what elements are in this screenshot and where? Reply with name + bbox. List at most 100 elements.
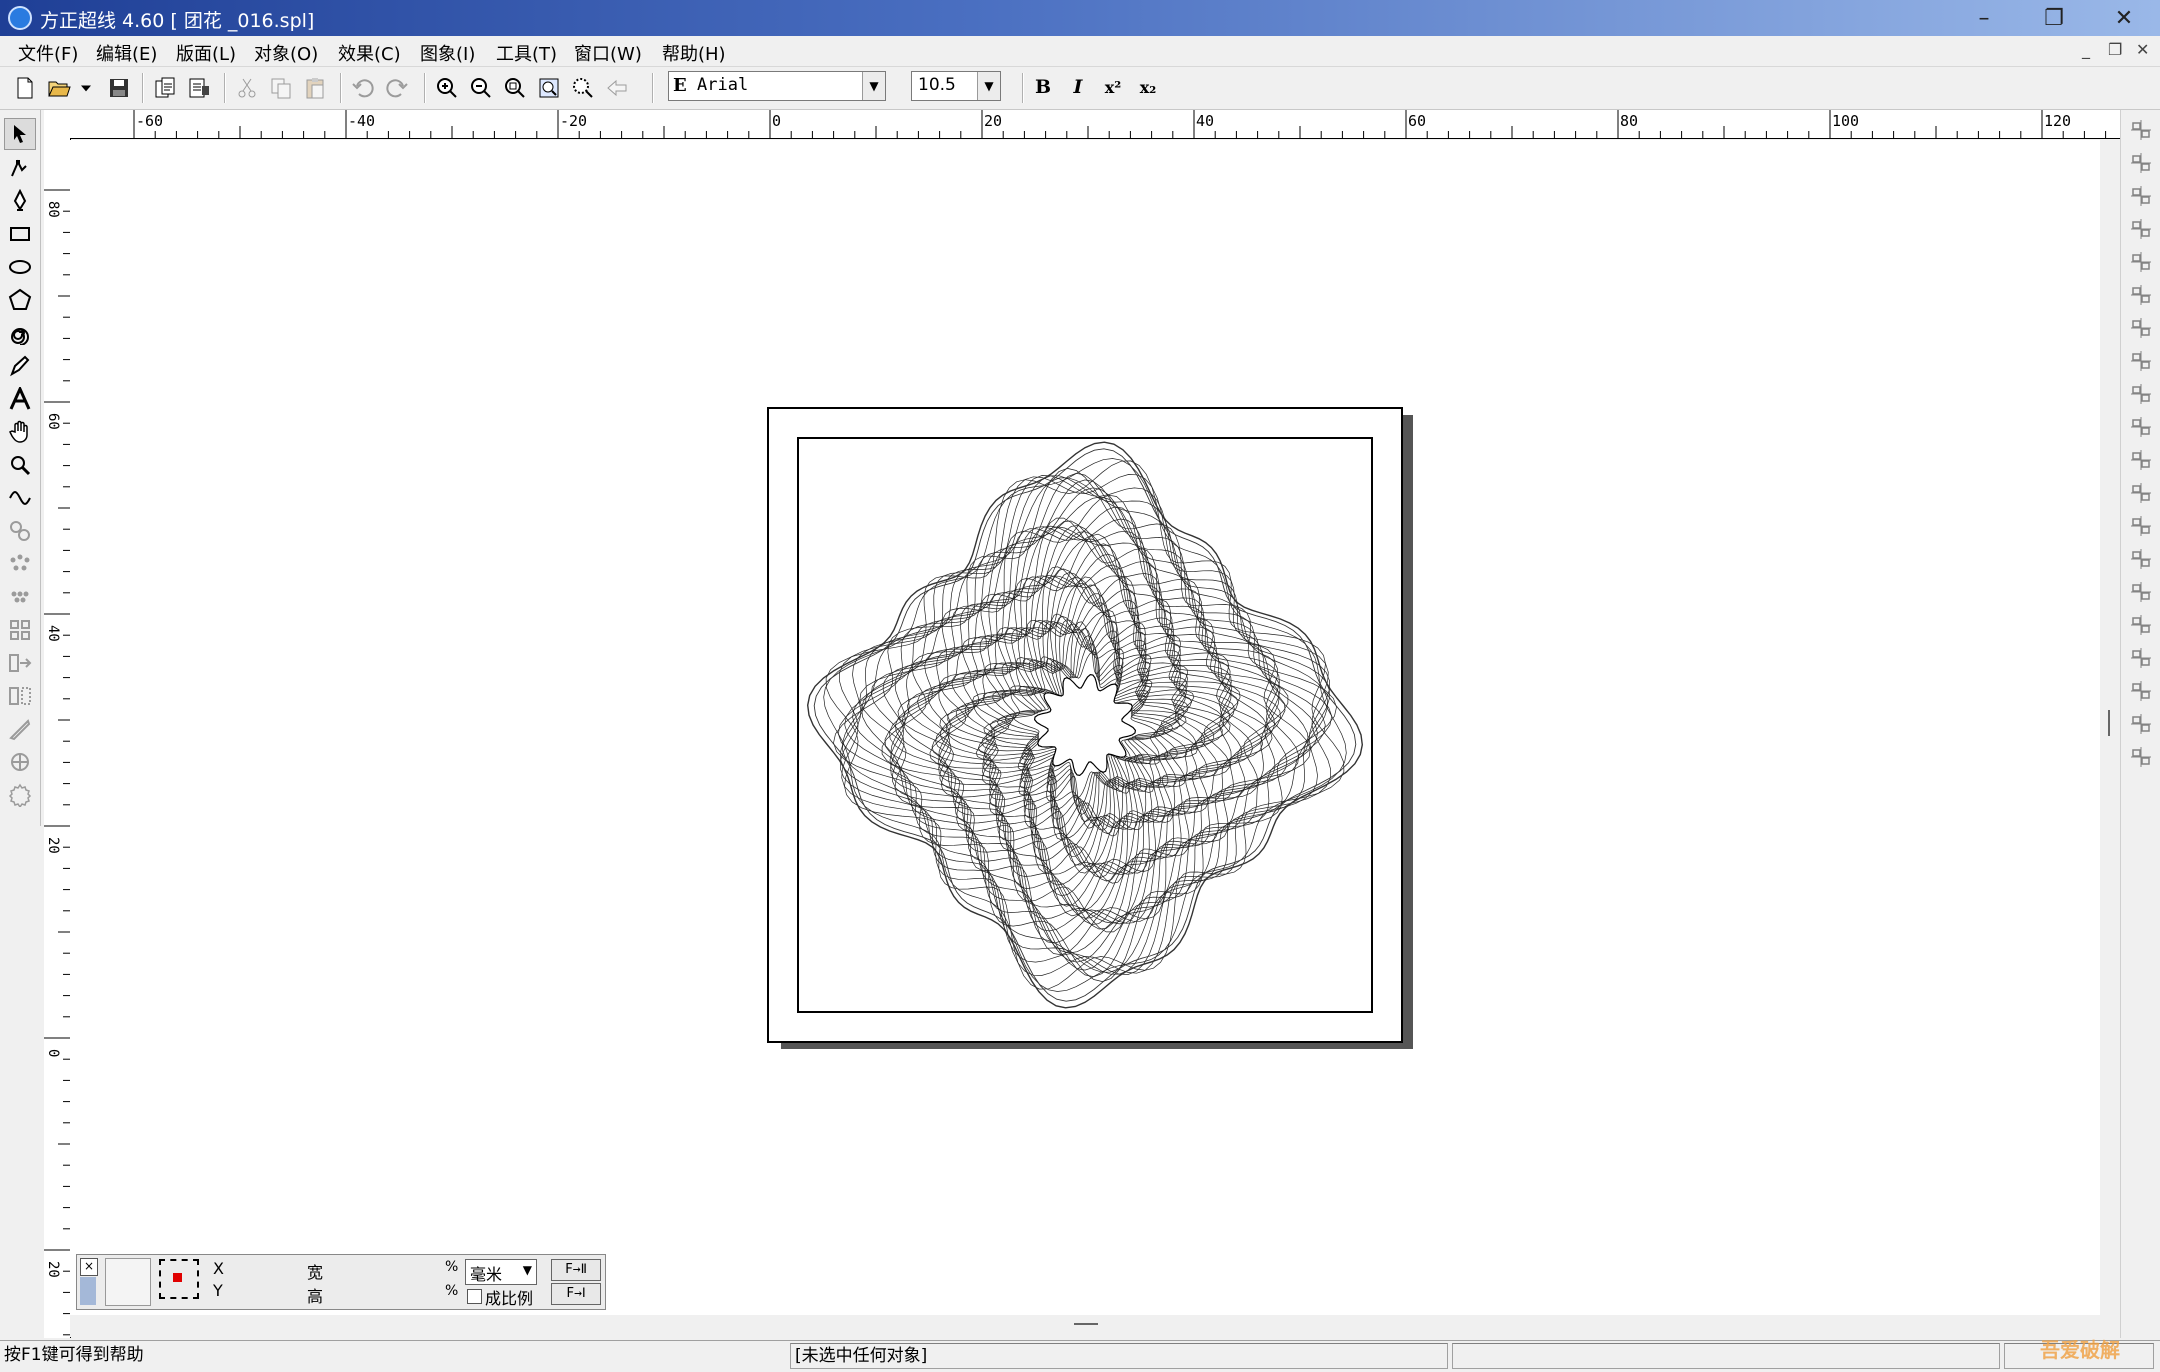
doc-minimize-button[interactable]: _ <box>2082 40 2090 59</box>
blend-tool[interactable] <box>4 515 36 547</box>
rectangle-tool[interactable] <box>4 218 36 250</box>
bold-button[interactable]: B <box>1029 73 1057 101</box>
menu-tools[interactable]: 工具(T) <box>496 40 557 66</box>
zoom-in-button[interactable] <box>432 73 462 103</box>
new-file-button[interactable] <box>10 73 40 103</box>
superscript-button[interactable]: x² <box>1099 73 1127 101</box>
tool-palette <box>0 110 41 826</box>
save-button[interactable] <box>104 73 134 103</box>
align-button[interactable] <box>2129 481 2153 505</box>
select-tool[interactable] <box>4 118 36 150</box>
align-button[interactable] <box>2129 283 2153 307</box>
pencil-icon <box>10 355 30 377</box>
subscript-button[interactable]: x₂ <box>1134 73 1162 101</box>
menu-help[interactable]: 帮助(H) <box>662 40 726 66</box>
mirror-tool[interactable] <box>4 680 36 712</box>
align-icon <box>2131 450 2151 470</box>
align-button[interactable] <box>2129 547 2153 571</box>
align-button[interactable] <box>2129 349 2153 373</box>
knife-icon <box>9 719 31 741</box>
align-button[interactable] <box>2129 679 2153 703</box>
status-selection: [未选中任何对象] <box>790 1343 1448 1369</box>
minimize-button[interactable]: – <box>1954 0 2014 36</box>
ruler-ticks <box>133 110 2107 138</box>
font-size-select[interactable]: 10.5 ▼ <box>911 71 1001 101</box>
italic-button[interactable]: I <box>1064 73 1092 101</box>
open-dropdown-button[interactable] <box>76 73 96 103</box>
text-tool[interactable] <box>4 383 36 415</box>
align-button[interactable] <box>2129 613 2153 637</box>
array-tool[interactable] <box>4 581 36 613</box>
freehand-tool[interactable] <box>4 350 36 382</box>
menu-file[interactable]: 文件(F) <box>18 40 78 66</box>
open-file-button[interactable] <box>44 73 74 103</box>
undo-button[interactable] <box>348 73 378 103</box>
align-button[interactable] <box>2129 118 2153 142</box>
menu-edit[interactable]: 编辑(E) <box>96 40 157 66</box>
redo-button[interactable] <box>382 73 412 103</box>
knife-tool[interactable] <box>4 713 36 745</box>
gear-tool[interactable] <box>4 779 36 811</box>
zoom-fit-button[interactable] <box>500 73 530 103</box>
doc-restore-button[interactable]: ❐ <box>2108 40 2122 59</box>
zoom-actual-button[interactable] <box>568 73 598 103</box>
align-button[interactable] <box>2129 217 2153 241</box>
import-button[interactable] <box>150 73 180 103</box>
polygon-tool[interactable] <box>4 284 36 316</box>
menu-object[interactable]: 对象(O) <box>254 40 318 66</box>
node-tool[interactable] <box>4 152 36 184</box>
spiral-tool[interactable] <box>4 317 36 349</box>
restore-button[interactable]: ❐ <box>2024 0 2084 36</box>
hand-tool[interactable] <box>4 416 36 448</box>
chevron-down-icon[interactable]: ▼ <box>977 72 1000 100</box>
paste-button[interactable] <box>300 73 330 103</box>
guilloche-rosette[interactable] <box>797 437 1373 1013</box>
align-button[interactable] <box>2129 580 2153 604</box>
zoom-out-button[interactable] <box>466 73 496 103</box>
menu-effects[interactable]: 效果(C) <box>338 40 401 66</box>
menu-layout[interactable]: 版面(L) <box>176 40 236 66</box>
align-button[interactable] <box>2129 448 2153 472</box>
align-button[interactable] <box>2129 250 2153 274</box>
align-button[interactable] <box>2129 316 2153 340</box>
y-label: Y <box>213 1281 223 1300</box>
align-button[interactable] <box>2129 382 2153 406</box>
zoom-tool[interactable] <box>4 449 36 481</box>
scatter-tool[interactable] <box>4 548 36 580</box>
align-button[interactable] <box>2129 151 2153 175</box>
align-button[interactable] <box>2129 415 2153 439</box>
apply-position-button[interactable]: F→Ⅱ <box>551 1259 601 1281</box>
chevron-down-icon[interactable]: ▼ <box>862 72 885 100</box>
horizontal-scroll-area[interactable] <box>70 1315 2120 1337</box>
align-button[interactable] <box>2129 184 2153 208</box>
align-button[interactable] <box>2129 712 2153 736</box>
export-button[interactable] <box>184 73 214 103</box>
pen-tool[interactable] <box>4 185 36 217</box>
proportional-checkbox[interactable] <box>467 1289 482 1304</box>
align-button[interactable] <box>2129 745 2153 769</box>
panel-grip[interactable] <box>80 1277 96 1305</box>
apply-size-button[interactable]: F→Ⅰ <box>551 1283 601 1305</box>
menu-image[interactable]: 图象(I) <box>420 40 475 66</box>
ruler-label: 0 <box>45 1049 61 1057</box>
unit-select[interactable]: 毫米 ▼ <box>465 1259 537 1285</box>
cut-button[interactable] <box>232 73 262 103</box>
align-icon <box>2131 186 2151 206</box>
align-button[interactable] <box>2129 646 2153 670</box>
close-button[interactable]: ✕ <box>2094 0 2154 36</box>
rosette-tool[interactable] <box>4 746 36 778</box>
panel-close-button[interactable]: × <box>80 1258 98 1276</box>
menu-window[interactable]: 窗口(W) <box>574 40 642 66</box>
grid-tool[interactable] <box>4 614 36 646</box>
scroll-grip[interactable] <box>1074 1323 1098 1325</box>
distribute-tool[interactable] <box>4 647 36 679</box>
doc-close-button[interactable]: ✕ <box>2136 40 2149 59</box>
align-button[interactable] <box>2129 514 2153 538</box>
ellipse-tool[interactable] <box>4 251 36 283</box>
font-name-select[interactable]: E Arial ▼ <box>668 71 886 101</box>
copy-button[interactable] <box>266 73 296 103</box>
wave-tool[interactable] <box>4 482 36 514</box>
zoom-previous-button[interactable] <box>602 73 632 103</box>
zoom-page-button[interactable] <box>534 73 564 103</box>
vertical-scroll-grip[interactable] <box>2108 710 2110 736</box>
